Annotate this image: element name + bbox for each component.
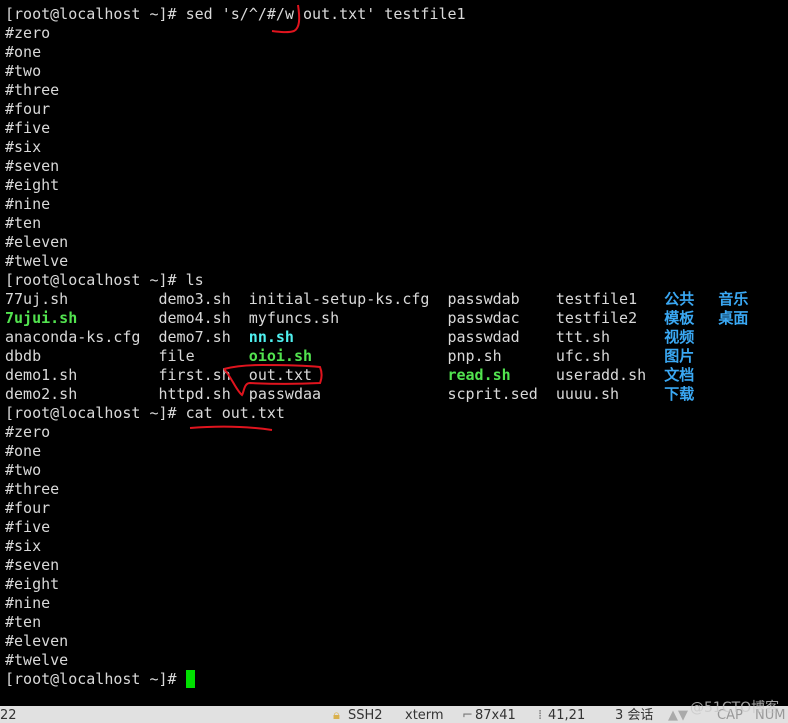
- ls-entry: 下载: [664, 385, 695, 403]
- ls-entry: scprit.sed: [447, 385, 538, 403]
- ls-entry: passwdaa: [248, 385, 322, 403]
- ls-entry: 7ujui.sh: [5, 309, 78, 327]
- output-line: #one: [5, 43, 42, 61]
- ls-entry: useradd.sh: [555, 366, 647, 384]
- lock-icon: 🔒︎: [333, 708, 340, 723]
- watermark: @51CTO博客: [690, 700, 780, 716]
- resize-icon: ⌐: [462, 708, 473, 723]
- status-protocol: SSH2: [348, 708, 383, 723]
- output-line: #eight: [5, 575, 60, 593]
- terminal-output[interactable]: [root@localhost ~]# sed 's/^/#/w out.txt…: [0, 0, 788, 706]
- ls-entry: initial-setup-ks.cfg: [248, 290, 430, 308]
- output-line: #nine: [5, 594, 51, 612]
- ls-entry: anaconda-ks.cfg: [5, 328, 141, 346]
- output-line: #ten: [5, 613, 42, 631]
- ls-entry: first.sh: [158, 366, 231, 384]
- output-line: #seven: [5, 157, 60, 175]
- ls-entry: demo7.sh: [158, 328, 231, 346]
- ls-entry: nn.sh: [248, 328, 294, 346]
- ls-entry: dbdb: [5, 347, 42, 365]
- ls-entry: file: [158, 347, 195, 365]
- output-line: #four: [5, 499, 51, 517]
- ls-entry: 视频: [664, 328, 695, 346]
- output-line: #four: [5, 100, 51, 118]
- output-line: #six: [5, 537, 42, 555]
- ls-entry: oioi.sh: [248, 347, 313, 365]
- output-line: #zero: [5, 423, 51, 441]
- output-line: #twelve: [5, 252, 69, 270]
- ls-entry: ufc.sh: [555, 347, 611, 365]
- ls-entry: myfuncs.sh: [248, 309, 340, 327]
- output-line: #five: [5, 119, 51, 137]
- output-line: #ten: [5, 214, 42, 232]
- ls-entry: testfile1: [555, 290, 638, 308]
- cursor-position-icon: ⁞: [538, 708, 543, 723]
- ls-entry: 图片: [664, 347, 695, 365]
- ls-entry: 文档: [664, 366, 695, 384]
- ls-entry: testfile2: [555, 309, 638, 327]
- ls-entry: passwdad: [447, 328, 520, 346]
- ls-entry: ttt.sh: [555, 328, 611, 346]
- terminal-cursor: [185, 670, 195, 688]
- ls-entry: demo2.sh: [5, 385, 78, 403]
- status-sessions: 3 会话: [615, 708, 654, 723]
- status-left-text: 22: [0, 708, 17, 723]
- ls-entry: demo4.sh: [158, 309, 231, 327]
- output-line: #two: [5, 62, 42, 80]
- ls-entry: 77uj.sh: [5, 290, 69, 308]
- output-line: #eight: [5, 176, 60, 194]
- status-term-type: xterm: [405, 708, 444, 723]
- output-line: #three: [5, 480, 60, 498]
- ls-entry: 桌面: [718, 309, 749, 327]
- output-line: #seven: [5, 556, 60, 574]
- prompt-line: [root@localhost ~]# ls: [5, 271, 204, 289]
- status-size: 87x41: [475, 708, 516, 723]
- output-line: #nine: [5, 195, 51, 213]
- ls-entry: out.txt: [248, 366, 313, 384]
- ls-entry: passwdab: [447, 290, 520, 308]
- output-line: #eleven: [5, 233, 69, 251]
- ls-entry: 模板: [664, 309, 695, 327]
- ls-entry: pnp.sh: [447, 347, 502, 365]
- status-cursor-pos: 41,21: [548, 708, 586, 723]
- output-line: #eleven: [5, 632, 69, 650]
- ls-entry: uuuu.sh: [555, 385, 620, 403]
- ls-entry: demo3.sh: [158, 290, 231, 308]
- prompt-line: [root@localhost ~]# sed 's/^/#/w out.txt…: [5, 5, 466, 23]
- output-line: #two: [5, 461, 42, 479]
- ls-entry: 音乐: [718, 290, 749, 308]
- ls-entry: httpd.sh: [158, 385, 231, 403]
- output-line: #three: [5, 81, 60, 99]
- prompt-line: [root@localhost ~]# cat out.txt: [5, 404, 285, 422]
- prompt-line: [root@localhost ~]#: [5, 670, 186, 688]
- ls-entry: demo1.sh: [5, 366, 78, 384]
- output-line: #six: [5, 138, 42, 156]
- scroll-arrows-icon[interactable]: ▲▼: [668, 708, 688, 723]
- status-bar: 22 🔒︎ SSH2 xterm ⌐ 87x41 ⁞ 41,21 3 会话 ▲▼…: [0, 706, 788, 723]
- ls-entry: 公共: [664, 290, 695, 308]
- output-line: #five: [5, 518, 51, 536]
- ls-entry: read.sh: [447, 366, 511, 384]
- output-line: #twelve: [5, 651, 69, 669]
- output-line: #one: [5, 442, 42, 460]
- ls-entry: passwdac: [447, 309, 520, 327]
- output-line: #zero: [5, 24, 51, 42]
